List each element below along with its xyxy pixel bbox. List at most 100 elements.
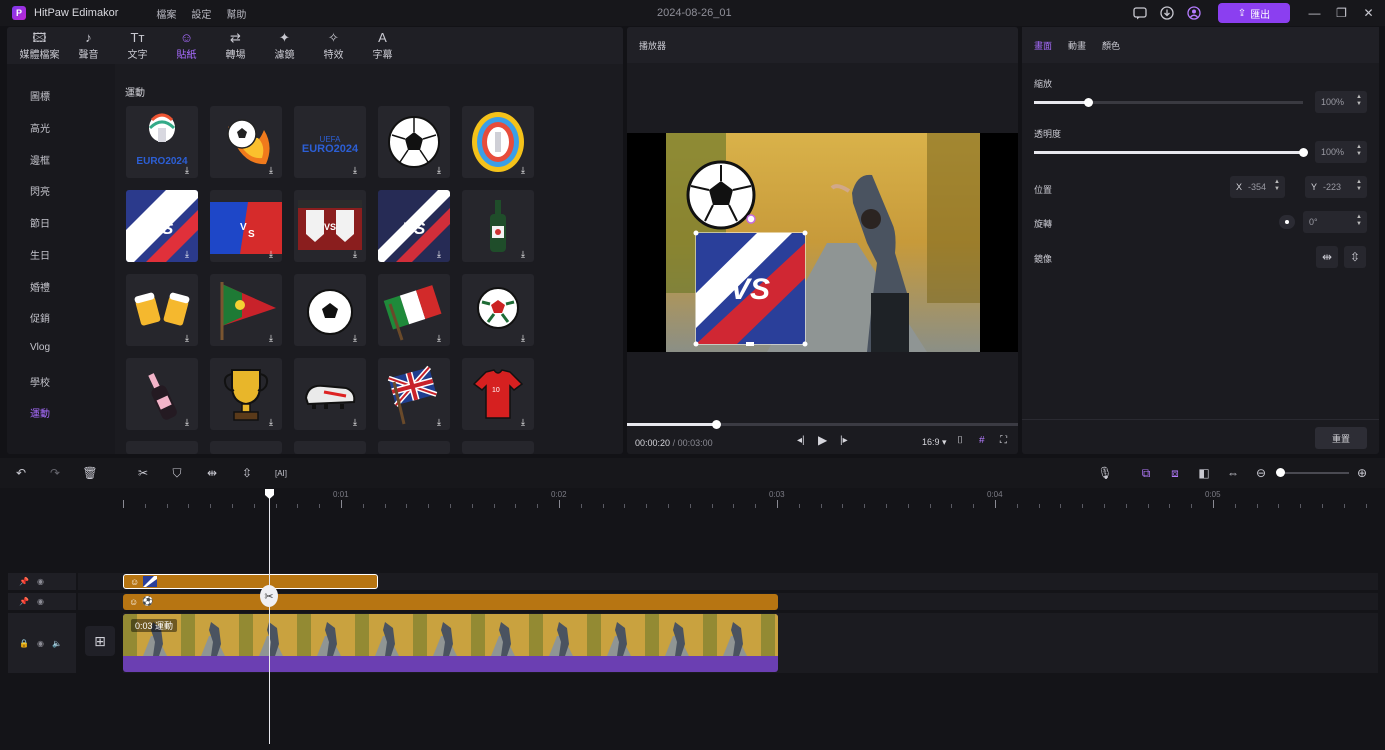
step-forward-icon[interactable]: |▸ [840, 435, 848, 446]
feedback-icon[interactable] [1131, 5, 1148, 22]
flip-horizontal-icon[interactable]: ⇹ [1316, 246, 1338, 268]
split-view-icon[interactable]: ◧ [1195, 464, 1213, 482]
download-icon[interactable]: ⤓ [269, 418, 278, 427]
download-icon[interactable]: ⤓ [185, 166, 194, 175]
download-icon[interactable]: ⤓ [521, 418, 530, 427]
add-media-icon[interactable]: ⊞ [85, 626, 115, 656]
scrubber-knob[interactable] [712, 420, 721, 429]
colorful-trophy-sticker[interactable]: ⤓ [462, 106, 534, 178]
soccer-cleat-sticker[interactable]: ⤓ [294, 358, 366, 430]
tab-filters[interactable]: ✦ 濾鏡 [260, 27, 309, 64]
download-icon[interactable]: ⤓ [437, 166, 446, 175]
player-scrubber[interactable] [627, 420, 1018, 429]
restore-icon[interactable]: ❐ [1333, 5, 1350, 22]
red-blue-vs-sticker[interactable]: VS ⤓ [210, 190, 282, 262]
red-jersey-sticker[interactable]: 10 ⤓ [462, 358, 534, 430]
split-icon[interactable]: ✂ [134, 464, 152, 482]
category-item[interactable]: 高光 [30, 120, 50, 135]
champagne-bottle-sticker[interactable]: ⤓ [126, 358, 198, 430]
category-item[interactable]: 促銷 [30, 310, 50, 325]
euro2024-logo-sticker[interactable]: UEFA EURO2024 ⤓ [294, 106, 366, 178]
tab-subtitles[interactable]: A 字幕 [358, 27, 407, 64]
category-item[interactable]: 節日 [30, 215, 50, 230]
eye-icon[interactable]: ◉ [37, 597, 44, 606]
portugal-pennant-sticker[interactable]: ⤓ [210, 274, 282, 346]
euro-2024-trophy-sticker[interactable]: EURO2024 ⤓ [126, 106, 198, 178]
menu-settings[interactable]: 設定 [191, 6, 211, 21]
tab-color[interactable]: 顏色 [1102, 39, 1120, 52]
download-icon[interactable]: ⤓ [185, 334, 194, 343]
stepper-icon[interactable]: ▲ ▼ [1356, 179, 1362, 193]
timeline-ruler[interactable]: 0:01 0:02 0:03 0:04 0:05 [123, 488, 1385, 508]
tab-picture[interactable]: 畫面 [1034, 39, 1052, 52]
category-item[interactable]: 婚禮 [30, 279, 50, 294]
play-icon[interactable]: ▶ [818, 433, 827, 447]
fit-timeline-icon[interactable]: ⇔ [1224, 464, 1242, 482]
category-item-active[interactable]: 運動 [30, 405, 50, 420]
mirror-tool-icon[interactable]: ⇹ [203, 464, 221, 482]
eye-icon[interactable]: ◉ [37, 577, 44, 586]
scale-slider-knob[interactable] [1083, 98, 1093, 107]
account-icon[interactable] [1185, 5, 1202, 22]
delete-icon[interactable]: 🗑 [81, 464, 99, 482]
aspect-ratio-select[interactable]: 16:9 ▾ [922, 437, 947, 448]
menu-file[interactable]: 檔案 [156, 6, 176, 21]
export-button[interactable]: ⇪ 匯出 [1218, 3, 1290, 23]
gold-trophy-sticker[interactable]: ⤓ [210, 358, 282, 430]
zoom-in-icon[interactable]: ⊕ [1353, 464, 1371, 482]
opacity-input[interactable]: 100% ▲ ▼ [1315, 141, 1367, 163]
tab-stickers[interactable]: ☺ 貼紙 [162, 27, 211, 64]
video-viewport[interactable]: VS [627, 133, 1018, 352]
menu-help[interactable]: 幫助 [226, 6, 246, 21]
download-icon[interactable]: ⤓ [353, 418, 362, 427]
step-back-icon[interactable]: ◂| [797, 435, 805, 446]
download-icon[interactable]: ⤓ [521, 250, 530, 259]
minimize-icon[interactable]: — [1306, 5, 1323, 22]
download-icon[interactable]: ⤓ [269, 250, 278, 259]
flip-vertical-icon[interactable]: ⇳ [1344, 246, 1366, 268]
download-icon[interactable]: ⤓ [185, 250, 194, 259]
microphone-icon[interactable]: 🎙 [1096, 464, 1114, 482]
video-clip[interactable]: 0:03 運動 [123, 614, 778, 672]
close-icon[interactable]: ✕ [1360, 5, 1377, 22]
vs-shields-sticker[interactable]: VS ⤓ [294, 190, 366, 262]
tab-effects[interactable]: ✧ 特效 [309, 27, 358, 64]
vs-stripe-dark-sticker[interactable]: VS ⤓ [378, 190, 450, 262]
vs-sticker-clip[interactable]: ☺ [123, 574, 378, 589]
sticker-partial[interactable] [210, 441, 282, 454]
download-icon[interactable]: ⤓ [437, 250, 446, 259]
tab-transitions[interactable]: ⇄ 轉場 [211, 27, 260, 64]
link-clips-icon[interactable]: ⧉ [1137, 464, 1155, 482]
italy-flag-sticker[interactable]: ⤓ [378, 274, 450, 346]
sticker-partial[interactable] [126, 441, 198, 454]
category-item[interactable]: 圖標 [30, 88, 50, 103]
lock-icon[interactable]: 🔒 [19, 639, 29, 648]
download-icon[interactable] [1158, 5, 1175, 22]
reset-button[interactable]: 重置 [1315, 427, 1367, 449]
snap-icon[interactable]: ⧈ [1166, 464, 1184, 482]
rotate-input[interactable]: 0° ▲ ▼ [1303, 211, 1367, 233]
beer-cheers-sticker[interactable]: ⤓ [126, 274, 198, 346]
stepper-icon[interactable]: ▲ ▼ [1356, 94, 1362, 108]
sticker-partial[interactable] [462, 441, 534, 454]
wine-bottle-sticker[interactable]: ⤓ [462, 190, 534, 262]
snapshot-icon[interactable]: ⌷ [957, 435, 963, 446]
zoom-slider-knob[interactable] [1276, 468, 1285, 477]
soccer-sticker-clip[interactable]: ☺ ⚽ [123, 594, 778, 610]
download-icon[interactable]: ⤓ [437, 418, 446, 427]
fullscreen-icon[interactable]: ⛶ [1000, 435, 1007, 446]
uk-flag-sticker[interactable]: ⤓ [378, 358, 450, 430]
crop-grid-icon[interactable]: # [979, 435, 985, 446]
stepper-icon[interactable]: ▲ ▼ [1356, 144, 1362, 158]
flaming-soccer-ball-sticker[interactable]: ⤓ [210, 106, 282, 178]
tab-animation[interactable]: 動畫 [1068, 39, 1086, 52]
stepper-icon[interactable]: ▲ ▼ [1356, 214, 1362, 228]
soccer-ball-red-sticker[interactable]: ⤓ [462, 274, 534, 346]
tab-audio[interactable]: ♪ 聲音 [64, 27, 113, 64]
download-icon[interactable]: ⤓ [353, 166, 362, 175]
scale-input[interactable]: 100% ▲ ▼ [1315, 91, 1367, 113]
freeze-frame-icon[interactable]: ⛉ [168, 464, 186, 482]
download-icon[interactable]: ⤓ [353, 250, 362, 259]
sticker-partial[interactable] [294, 441, 366, 454]
undo-icon[interactable]: ↶ [12, 464, 30, 482]
